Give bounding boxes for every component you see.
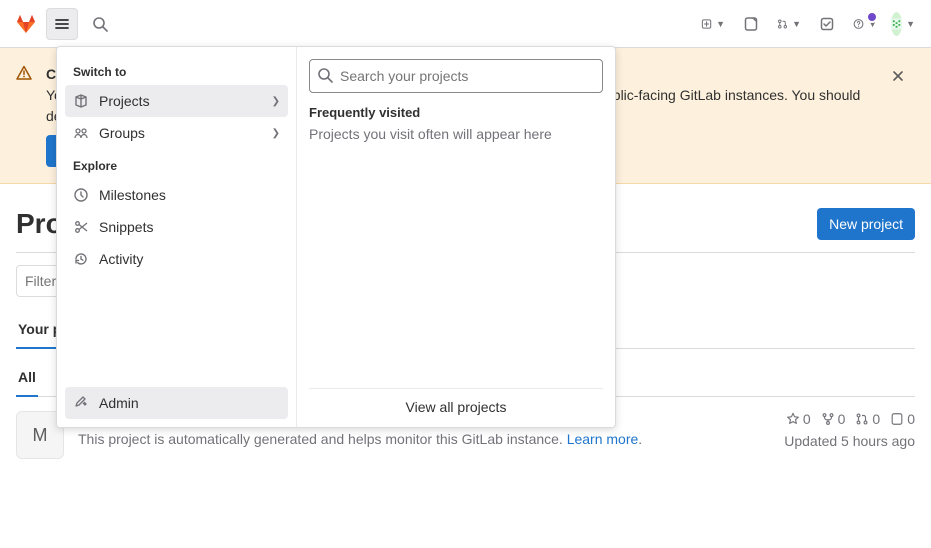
menu-item-milestones[interactable]: Milestones [65,179,288,211]
forks-stat[interactable]: 0 [821,411,846,427]
menu-label: Milestones [99,187,166,203]
menu-item-projects[interactable]: Projects ❯ [65,85,288,117]
merge-request-icon [777,16,788,32]
chevron-right-icon: ❯ [272,96,280,107]
issues-count: 0 [907,411,915,427]
mrs-stat[interactable]: 0 [855,411,880,427]
star-icon [786,412,800,426]
new-project-button[interactable]: New project [817,208,915,240]
chevron-down-icon: ▼ [868,19,877,29]
main-menu-toggle[interactable] [46,8,78,40]
frequently-visited-heading: Frequently visited [309,105,603,120]
stat-list: 0 0 0 0 [786,411,915,427]
todo-icon [819,16,835,32]
chevron-right-icon: ❯ [272,128,280,139]
mrs-count: 0 [872,411,880,427]
chevron-down-icon: ▼ [906,19,915,29]
merge-requests-dropdown[interactable]: ▼ [773,8,805,40]
gitlab-logo[interactable] [12,10,40,38]
hamburger-icon [54,16,70,32]
alert-close-button[interactable] [891,64,915,88]
search-icon [317,67,333,83]
plus-box-icon [701,16,712,32]
admin-icon [73,395,89,411]
view-all-projects-link[interactable]: View all projects [309,388,603,415]
top-bar: ▼ ▼ ▼ ▼ [0,0,931,48]
stars-stat[interactable]: 0 [786,411,811,427]
close-icon [891,69,905,83]
menu-item-admin[interactable]: Admin [65,387,288,419]
menu-label: Snippets [99,219,153,235]
user-menu[interactable]: ▼ [887,8,919,40]
project-desc-suffix: . [638,431,642,447]
history-icon [73,251,89,267]
todos-link[interactable] [811,8,843,40]
menu-item-groups[interactable]: Groups ❯ [65,117,288,149]
updated-text: Updated 5 hours ago [784,433,915,449]
menu-label: Activity [99,251,143,267]
issue-icon [890,412,904,426]
help-dropdown[interactable]: ▼ [849,8,881,40]
menu-heading-explore: Explore [65,149,288,179]
scissors-icon [73,219,89,235]
stars-count: 0 [803,411,811,427]
menu-content: Frequently visited Projects you visit of… [297,47,615,427]
forks-count: 0 [838,411,846,427]
learn-more-link[interactable]: Learn more [567,431,639,447]
chevron-down-icon: ▼ [716,19,725,29]
merge-request-icon [855,412,869,426]
group-icon [73,125,89,141]
project-description: This project is automatically generated … [78,429,770,450]
project-icon [73,93,89,109]
menu-nav: Switch to Projects ❯ Groups ❯ Explore Mi… [57,47,297,427]
tab-all[interactable]: All [16,359,38,397]
avatar [891,12,902,36]
projects-search-input[interactable] [309,59,603,93]
menu-label: Projects [99,93,150,109]
frequently-visited-empty: Projects you visit often will appear her… [309,126,603,142]
menu-item-snippets[interactable]: Snippets [65,211,288,243]
project-desc-text: This project is automatically generated … [78,431,567,447]
menu-heading-switch: Switch to [65,55,288,85]
chevron-down-icon: ▼ [792,19,801,29]
menu-label: Admin [99,395,139,411]
tanuki-icon [14,12,38,36]
project-stats: 0 0 0 0 Updated 5 hours ago [784,411,915,459]
main-menu-popover: Switch to Projects ❯ Groups ❯ Explore Mi… [56,46,616,428]
menu-label: Groups [99,125,145,141]
warning-icon [16,65,36,167]
topbar-right: ▼ ▼ ▼ ▼ [697,8,919,40]
search-icon [92,16,108,32]
create-dropdown[interactable]: ▼ [697,8,729,40]
question-icon [853,16,864,32]
menu-search-wrap [309,59,603,93]
clock-icon [73,187,89,203]
menu-item-activity[interactable]: Activity [65,243,288,275]
issues-link[interactable] [735,8,767,40]
identicon-icon [891,12,902,36]
topbar-left [12,8,116,40]
search-button[interactable] [84,8,116,40]
issues-stat[interactable]: 0 [890,411,915,427]
issue-icon [743,16,759,32]
fork-icon [821,412,835,426]
